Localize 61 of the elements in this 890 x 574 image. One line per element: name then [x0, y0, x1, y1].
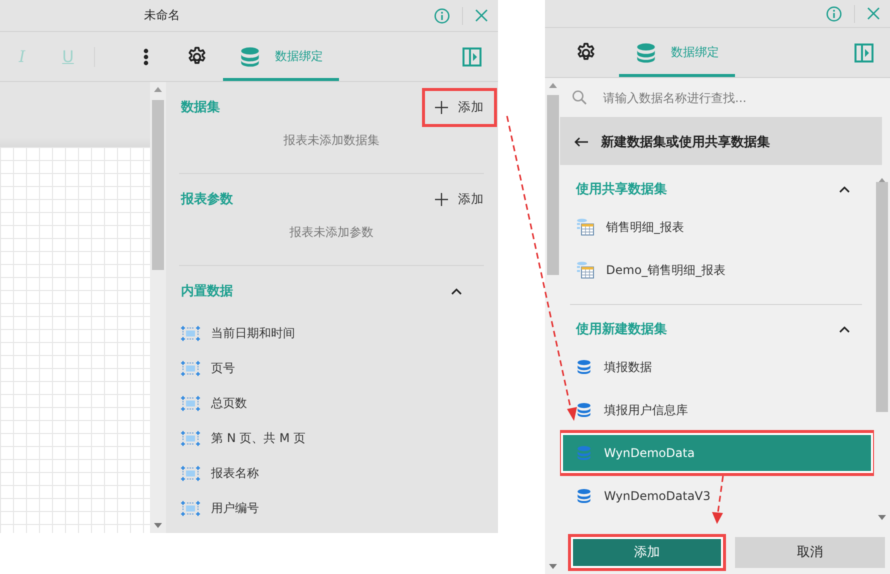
empty-message: 报表未添加数据集 — [282, 132, 380, 149]
builtin-field-item[interactable]: 用户编号 — [211, 500, 259, 517]
dataset-item[interactable]: 填报数据 — [561, 347, 873, 387]
database-icon — [576, 359, 592, 375]
add-button[interactable]: 添加 — [435, 98, 484, 116]
close-icon[interactable] — [867, 7, 880, 20]
shared-dataset-icon — [576, 218, 594, 236]
add-button[interactable]: 添加 — [571, 536, 723, 568]
field-icon — [181, 431, 200, 446]
database-icon — [239, 46, 261, 68]
window-title: 未命名 — [144, 7, 180, 24]
field-icon — [181, 396, 200, 411]
scrollbar[interactable] — [150, 82, 166, 533]
builtin-field-item[interactable]: 报表名称 — [211, 465, 259, 482]
section-title: 内置数据 — [181, 283, 233, 300]
info-icon[interactable] — [434, 8, 450, 24]
more-icon[interactable] — [143, 48, 149, 66]
dataset-item[interactable]: WynDemoData — [561, 433, 873, 473]
dataset-item[interactable]: Demo_销售明细_报表 — [561, 250, 873, 290]
dataset-item[interactable]: 销售明细_报表 — [561, 207, 873, 247]
field-icon — [181, 501, 200, 516]
plus-icon — [435, 192, 448, 206]
scroll-up-icon[interactable] — [549, 83, 557, 88]
field-icon — [181, 361, 200, 376]
collapse-icon[interactable] — [839, 326, 850, 332]
back-arrow-icon[interactable] — [574, 136, 588, 146]
database-icon — [576, 445, 592, 461]
search-field[interactable]: 请输入数据名称进行查找... — [601, 90, 882, 106]
panel-toggle-icon[interactable] — [462, 46, 482, 66]
dataset-item[interactable]: WynDemoDataV3 — [561, 476, 873, 516]
close-icon[interactable] — [475, 9, 488, 22]
scroll-down-icon[interactable] — [154, 523, 162, 528]
panel-heading: 新建数据集或使用共享数据集 — [601, 134, 770, 150]
field-icon — [181, 326, 200, 341]
info-icon[interactable] — [826, 6, 842, 22]
section-title: 数据集 — [181, 99, 220, 116]
dataset-item[interactable]: 填报用户信息库 — [561, 390, 873, 430]
scroll-down-icon[interactable] — [549, 564, 557, 569]
scroll-up-icon[interactable] — [154, 87, 162, 92]
builtin-field-item[interactable]: 页号 — [211, 360, 235, 377]
group-title: 使用新建数据集 — [576, 320, 667, 338]
database-icon — [576, 402, 592, 418]
plus-icon — [435, 100, 448, 114]
annotation-arrow — [712, 476, 724, 524]
field-icon — [181, 466, 200, 481]
group-title: 使用共享数据集 — [576, 180, 667, 198]
add-button[interactable]: 添加 — [435, 190, 484, 208]
cancel-button[interactable]: 取消 — [735, 536, 885, 568]
section-title: 报表参数 — [181, 191, 233, 208]
panel-toggle-icon[interactable] — [854, 42, 874, 62]
database-icon — [635, 42, 657, 64]
shared-dataset-icon — [576, 261, 594, 279]
collapse-icon[interactable] — [451, 288, 462, 294]
empty-message: 报表未添加参数 — [288, 224, 374, 241]
scroll-down-icon[interactable] — [878, 515, 886, 520]
builtin-field-item[interactable]: 第 N 页、共 M 页 — [211, 430, 306, 447]
builtin-field-item[interactable]: 当前日期和时间 — [211, 325, 295, 342]
collapse-icon[interactable] — [839, 186, 850, 192]
database-icon — [576, 488, 592, 504]
builtin-field-item[interactable]: 总页数 — [211, 395, 247, 412]
search-icon — [572, 90, 587, 105]
